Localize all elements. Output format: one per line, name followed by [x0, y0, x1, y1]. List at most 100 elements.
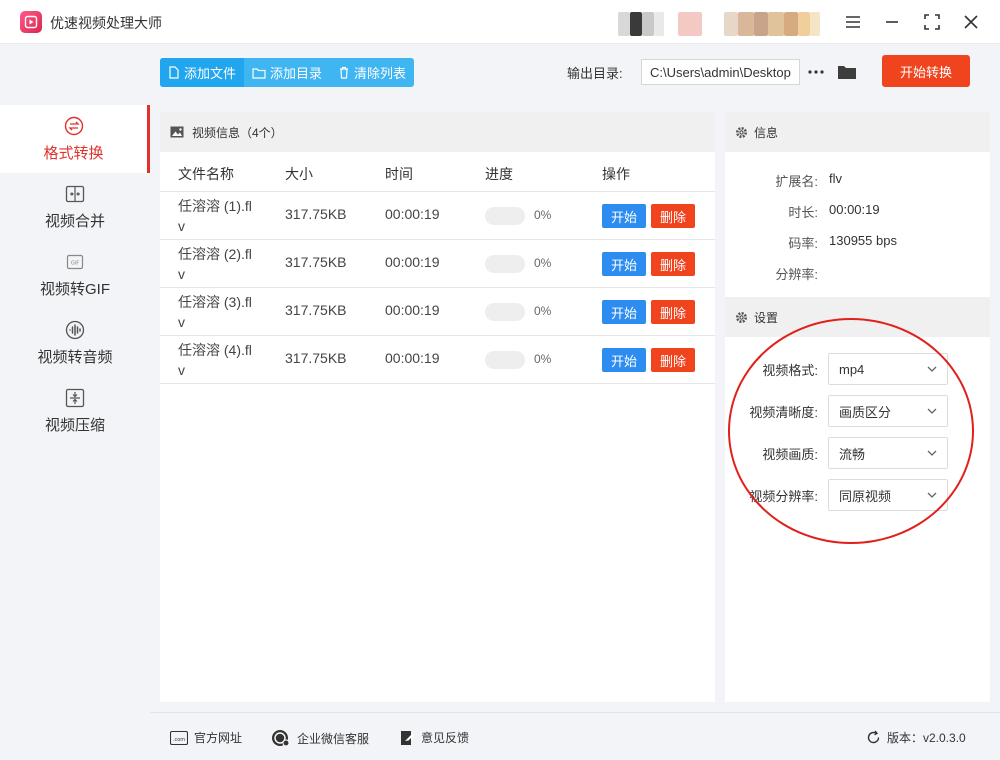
trash-icon	[340, 66, 349, 79]
add-directory-button[interactable]: 添加目录	[244, 58, 330, 87]
sidebar-item-label: 视频转GIF	[40, 281, 110, 298]
sidebar-item-video-compress[interactable]: 视频压缩	[0, 377, 150, 445]
video-resolution-value: 同原视频	[839, 488, 892, 504]
file-list-header: 视频信息（4个）	[160, 112, 715, 152]
output-dir-label: 输出目录:	[567, 66, 623, 81]
video-quality-select[interactable]: 流畅	[828, 437, 948, 469]
add-directory-label: 添加目录	[270, 66, 323, 81]
folder-outline-icon	[252, 67, 266, 79]
info-header: 信息	[725, 112, 990, 152]
output-dir-input[interactable]	[641, 59, 800, 85]
clear-list-button[interactable]: 清除列表	[330, 58, 414, 87]
table-row[interactable]: 任溶溶 (4).flv 317.75KB 00:00:19 0% 开始 删除	[160, 336, 715, 384]
video-format-select[interactable]: mp4	[828, 353, 948, 385]
row-start-button[interactable]: 开始	[602, 204, 646, 228]
video-format-label: 视频格式:	[762, 363, 818, 378]
video-gif-icon: GIF	[65, 251, 85, 273]
version-info[interactable]: 版本：v2.0.3.0	[866, 729, 966, 746]
progress-bar	[485, 351, 525, 369]
file-name: 任溶溶 (4).flv	[178, 342, 252, 378]
resolution-label: 分辨率:	[775, 267, 818, 282]
image-icon	[170, 126, 184, 138]
sidebar-item-format-convert[interactable]: 格式转换	[0, 105, 150, 173]
file-size: 317.75KB	[285, 350, 347, 366]
gear-icon	[736, 311, 747, 323]
video-clarity-setting: 视频清晰度: 画质区分	[725, 395, 990, 427]
wechat-service-link[interactable]: 企业微信客服	[271, 729, 369, 747]
row-delete-button[interactable]: 删除	[651, 348, 695, 372]
clear-list-label: 清除列表	[354, 66, 407, 81]
app-logo-icon	[20, 11, 42, 33]
progress-percent: 0%	[534, 256, 552, 270]
table-row[interactable]: 任溶溶 (2).flv 317.75KB 00:00:19 0% 开始 删除	[160, 240, 715, 288]
chevron-down-icon	[927, 450, 937, 456]
chevron-down-icon	[927, 492, 937, 498]
sidebar-item-video-audio[interactable]: 视频转音频	[0, 309, 150, 377]
video-quality-value: 流畅	[839, 446, 866, 462]
video-quality-setting: 视频画质: 流畅	[725, 437, 990, 469]
bitrate-value: 130955 bps	[829, 233, 897, 248]
feedback-link[interactable]: 意见反馈	[399, 729, 469, 746]
row-start-button[interactable]: 开始	[602, 300, 646, 324]
file-duration: 00:00:19	[385, 254, 440, 270]
settings-title: 设置	[754, 310, 779, 325]
row-delete-button[interactable]: 删除	[651, 300, 695, 324]
file-name: 任溶溶 (2).flv	[178, 246, 252, 282]
format-convert-icon	[64, 115, 84, 137]
maximize-icon[interactable]	[919, 9, 945, 35]
row-start-button[interactable]: 开始	[602, 348, 646, 372]
sidebar-item-label: 视频压缩	[44, 417, 105, 434]
close-icon[interactable]	[958, 9, 984, 35]
more-options-icon[interactable]	[806, 60, 826, 84]
file-name: 任溶溶 (3).flv	[178, 294, 252, 330]
column-name: 文件名称	[178, 166, 234, 182]
sidebar-item-label: 视频转音频	[37, 349, 113, 366]
row-start-button[interactable]: 开始	[602, 252, 646, 276]
app-title: 优速视频处理大师	[50, 15, 162, 31]
row-delete-button[interactable]: 删除	[651, 252, 695, 276]
progress-percent: 0%	[534, 208, 552, 222]
video-resolution-setting: 视频分辨率: 同原视频	[725, 479, 990, 511]
video-resolution-select[interactable]: 同原视频	[828, 479, 948, 511]
add-file-button[interactable]: 添加文件	[160, 58, 245, 87]
sidebar-item-label: 格式转换	[43, 145, 104, 162]
sidebar-item-video-merge[interactable]: 视频合并	[0, 173, 150, 241]
file-list-title: 视频信息（4个）	[192, 125, 283, 140]
sidebar-item-label: 视频合并	[44, 213, 105, 230]
table-row[interactable]: 任溶溶 (1).flv 317.75KB 00:00:19 0% 开始 删除	[160, 192, 715, 240]
start-convert-button[interactable]: 开始转换	[882, 55, 970, 87]
video-resolution-label: 视频分辨率:	[749, 489, 818, 504]
settings-header: 设置	[725, 297, 990, 337]
open-folder-icon[interactable]	[836, 60, 858, 84]
official-website-link[interactable]: .com 官方网址	[170, 729, 242, 746]
svg-text:GIF: GIF	[71, 261, 79, 267]
video-compress-icon	[65, 387, 85, 409]
video-clarity-select[interactable]: 画质区分	[828, 395, 948, 427]
file-duration: 00:00:19	[385, 206, 440, 222]
file-list-panel: 视频信息（4个） 文件名称 大小 时间 进度 操作 任溶溶 (1).flv 31…	[160, 112, 715, 702]
progress-percent: 0%	[534, 352, 552, 366]
duration-value: 00:00:19	[829, 202, 880, 217]
table-row[interactable]: 任溶溶 (3).flv 317.75KB 00:00:19 0% 开始 删除	[160, 288, 715, 336]
video-merge-icon	[65, 183, 85, 205]
column-progress: 进度	[485, 166, 513, 182]
extension-value: flv	[829, 171, 842, 186]
video-format-value: mp4	[839, 361, 865, 377]
properties-panel: 信息 扩展名: flv 时长: 00:00:19 码率: 130955 bps …	[725, 112, 990, 702]
feedback-label: 意见反馈	[421, 731, 470, 745]
file-toolbar: 添加文件 添加目录 清除列表	[160, 58, 415, 87]
row-delete-button[interactable]: 删除	[651, 204, 695, 228]
file-size: 317.75KB	[285, 302, 347, 318]
file-name: 任溶溶 (1).flv	[178, 198, 252, 234]
footer: .com 官方网址 企业微信客服 意见反馈 版本：v2.0.3.0	[150, 712, 1000, 760]
menu-icon[interactable]	[840, 9, 866, 35]
chevron-down-icon	[927, 366, 937, 372]
video-quality-label: 视频画质:	[762, 447, 818, 462]
video-audio-icon	[65, 319, 85, 341]
sidebar-item-video-gif[interactable]: GIF 视频转GIF	[0, 241, 150, 309]
minimize-icon[interactable]	[879, 9, 905, 35]
official-website-label: 官方网址	[194, 731, 243, 745]
sidebar: 格式转换 视频合并 GIF 视频转GIF 视频转音频 视频压缩	[0, 45, 150, 760]
video-format-setting: 视频格式: mp4	[725, 353, 990, 385]
feedback-icon	[401, 730, 414, 745]
